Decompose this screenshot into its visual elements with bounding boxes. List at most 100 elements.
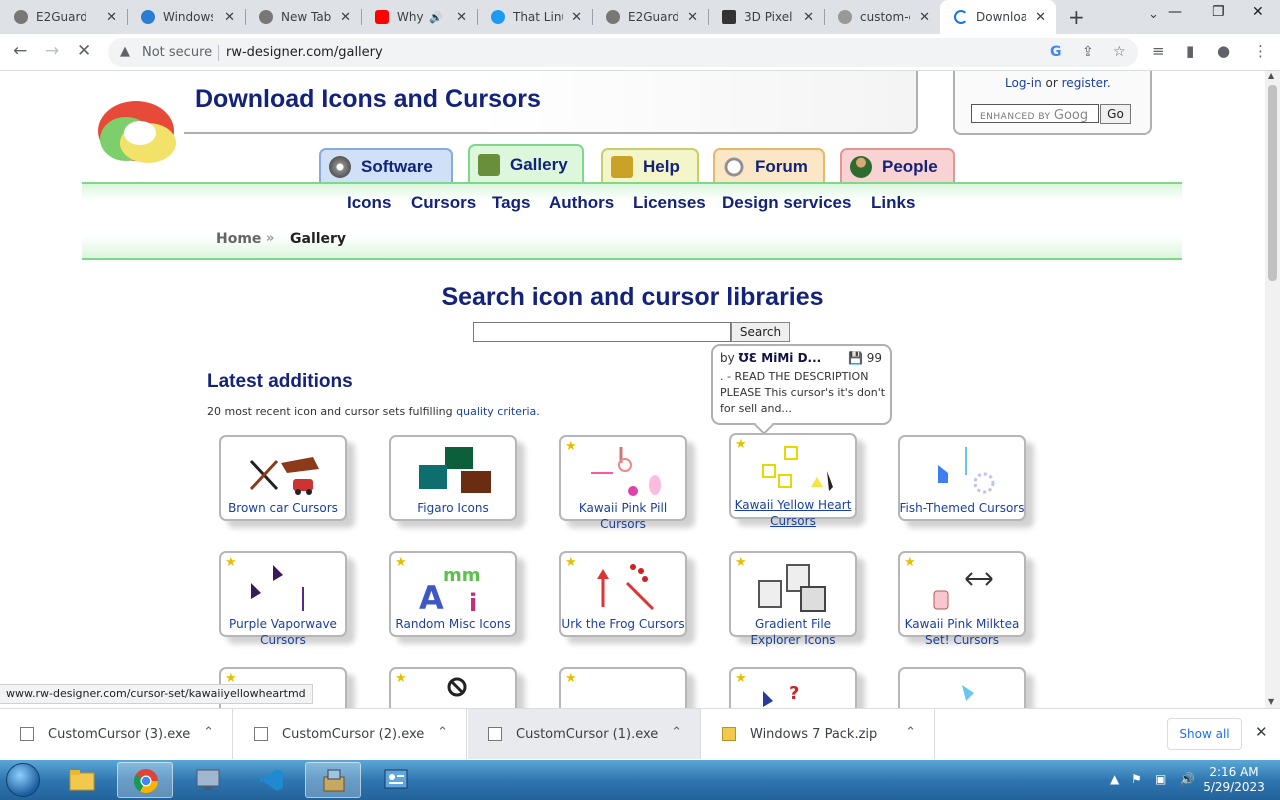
stop-loading-icon[interactable]: ✕ xyxy=(77,41,91,61)
nav-authors[interactable]: Authors xyxy=(549,193,614,213)
warning-icon[interactable]: ▲ xyxy=(120,44,130,59)
browser-tab[interactable]: custom-c ✕ xyxy=(824,0,940,34)
google-translate-icon[interactable]: G xyxy=(1050,44,1062,60)
nav-cursors[interactable]: Cursors xyxy=(411,193,476,213)
taskbar-explorer[interactable] xyxy=(54,762,110,798)
taskbar-app-monitor[interactable] xyxy=(180,762,236,798)
tab-software[interactable]: Software xyxy=(319,148,453,184)
nav-links[interactable]: Links xyxy=(871,193,915,213)
restore-icon[interactable]: ❐ xyxy=(1212,4,1225,20)
close-window-icon[interactable]: ✕ xyxy=(1252,4,1264,20)
gallery-label-kawaii-pink-pill[interactable]: Kawaii Pink Pill Cursors xyxy=(559,500,687,532)
rw-designer-logo[interactable] xyxy=(96,87,180,167)
gallery-label-urk-frog[interactable]: Urk the Frog Cursors xyxy=(559,616,687,632)
chevron-up-icon[interactable]: ⌃ xyxy=(905,725,916,740)
taskbar-vscode[interactable] xyxy=(243,762,299,798)
go-button[interactable]: Go xyxy=(1100,104,1131,124)
download-item[interactable]: Windows 7 Pack.zip ⌃ xyxy=(702,709,935,759)
gallery-label-brown-car[interactable]: Brown car Cursors xyxy=(219,500,347,516)
gallery-label-gradient-file-explorer[interactable]: Gradient File Explorer Icons xyxy=(729,616,857,648)
action-center-flag-icon[interactable]: ⚑ xyxy=(1131,772,1142,786)
chevron-up-icon[interactable]: ⌃ xyxy=(203,725,214,740)
taskbar-control-panel[interactable] xyxy=(368,762,424,798)
back-arrow-icon[interactable]: ← xyxy=(13,41,27,61)
gallery-label-purple-vaporwave[interactable]: Purple Vaporwave Cursors xyxy=(219,616,347,648)
browser-tab[interactable]: E2Guardi ✕ xyxy=(592,0,708,34)
tooltip-author[interactable]: ƱƐ MiMi D... xyxy=(739,351,822,365)
gallery-label-kawaii-yellow-heart[interactable]: Kawaii Yellow Heart Cursors xyxy=(729,497,857,529)
scroll-down-arrow-icon[interactable]: ▼ xyxy=(1268,697,1274,706)
page-scrollbar[interactable]: ▲ ▼ xyxy=(1265,71,1280,708)
browser-tab[interactable]: 3D Pixel ✕ xyxy=(708,0,824,34)
url-text[interactable]: rw-designer.com/gallery xyxy=(226,45,383,60)
browser-tab-active[interactable]: Downloa ✕ xyxy=(940,0,1056,34)
download-item[interactable]: CustomCursor (3).exe ⌃ xyxy=(0,709,233,759)
library-search-button[interactable]: Search xyxy=(731,322,790,342)
browser-tab[interactable]: That Linu ✕ xyxy=(477,0,592,34)
login-link[interactable]: Log-in xyxy=(1005,76,1042,90)
close-downloads-icon[interactable]: ✕ xyxy=(1255,723,1268,741)
close-tab-icon[interactable]: ✕ xyxy=(224,10,235,25)
minimize-icon[interactable]: — xyxy=(1168,4,1182,20)
gallery-card-row3-3[interactable]: ★ xyxy=(559,667,687,708)
nav-design-services[interactable]: Design services xyxy=(722,193,851,213)
tab-people[interactable]: People xyxy=(840,148,955,184)
show-all-downloads-button[interactable]: Show all xyxy=(1167,718,1242,750)
profile-avatar-icon[interactable]: ● xyxy=(1217,42,1230,60)
reading-list-icon[interactable]: ≡ xyxy=(1152,42,1165,60)
close-tab-icon[interactable]: ✕ xyxy=(340,10,351,25)
close-tab-icon[interactable]: ✕ xyxy=(571,10,582,25)
close-tab-icon[interactable]: ✕ xyxy=(919,10,930,25)
gallery-label-random-misc[interactable]: Random Misc Icons xyxy=(389,616,517,632)
gallery-card-row3-5[interactable] xyxy=(898,667,1026,708)
library-search-input[interactable] xyxy=(473,322,731,342)
share-icon[interactable]: ⇪ xyxy=(1082,44,1094,60)
tab-help[interactable]: Help xyxy=(601,148,699,184)
browser-tab[interactable]: New Tab ✕ xyxy=(245,0,361,34)
close-tab-icon[interactable]: ✕ xyxy=(803,10,814,25)
taskbar-installer[interactable] xyxy=(305,762,361,798)
gallery-card-row3-2[interactable]: ★ xyxy=(389,667,517,708)
close-tab-icon[interactable]: ✕ xyxy=(687,10,698,25)
browser-tab[interactable]: E2Guardi ✕ xyxy=(0,0,127,34)
tab-gallery[interactable]: Gallery xyxy=(468,144,584,184)
quality-criteria-link[interactable]: quality criteria xyxy=(456,405,536,418)
start-button-icon[interactable] xyxy=(6,763,40,797)
google-search-input[interactable]: ENHANCED BY Goog xyxy=(971,104,1099,123)
breadcrumb-home[interactable]: Home xyxy=(216,231,261,247)
browser-tab[interactable]: Why 🔊 ✕ xyxy=(361,0,477,34)
gallery-label-kawaii-pink-milktea[interactable]: Kawaii Pink Milktea Set! Cursors xyxy=(898,616,1026,648)
close-tab-icon[interactable]: ✕ xyxy=(1035,10,1046,25)
side-panel-icon[interactable]: ▮ xyxy=(1186,42,1194,60)
address-bar[interactable]: ▲ Not secure rw-designer.com/gallery G ⇪… xyxy=(108,38,1138,67)
register-link[interactable]: register. xyxy=(1062,76,1111,90)
download-item[interactable]: CustomCursor (1).exe ⌃ xyxy=(468,709,701,759)
nav-tags[interactable]: Tags xyxy=(492,193,530,213)
new-tab-icon[interactable]: + xyxy=(1068,5,1085,29)
not-secure-label[interactable]: Not secure xyxy=(142,45,212,60)
gallery-card-row3-4[interactable]: ★ ? xyxy=(729,667,857,708)
close-tab-icon[interactable]: ✕ xyxy=(106,10,117,25)
gallery-label-fish-themed[interactable]: Fish-Themed Cursors xyxy=(898,500,1026,516)
scrollbar-thumb[interactable] xyxy=(1268,85,1277,281)
scroll-up-arrow-icon[interactable]: ▲ xyxy=(1268,71,1274,80)
chevron-up-icon[interactable]: ⌃ xyxy=(671,725,682,740)
chevron-up-icon[interactable]: ⌃ xyxy=(437,725,448,740)
bookmark-star-icon[interactable]: ☆ xyxy=(1113,44,1126,60)
tab-forum[interactable]: Forum xyxy=(713,148,825,184)
nav-licenses[interactable]: Licenses xyxy=(633,193,706,213)
speaker-icon[interactable]: 🔊 xyxy=(429,11,443,24)
forward-arrow-icon[interactable]: → xyxy=(45,41,59,61)
taskbar-clock[interactable]: 2:16 AM 5/29/2023 xyxy=(1203,765,1265,795)
network-icon[interactable]: ▣ xyxy=(1155,772,1166,786)
volume-icon[interactable]: 🔊 xyxy=(1180,772,1195,786)
show-hidden-icons-icon[interactable]: ▲ xyxy=(1110,772,1119,786)
menu-kebab-icon[interactable]: ⋮ xyxy=(1253,42,1268,60)
browser-tab[interactable]: Windows ✕ xyxy=(127,0,245,34)
tab-search-chevron-icon[interactable]: ⌄ xyxy=(1148,7,1159,22)
download-item[interactable]: CustomCursor (2).exe ⌃ xyxy=(234,709,467,759)
gallery-label-figaro[interactable]: Figaro Icons xyxy=(389,500,517,516)
close-tab-icon[interactable]: ✕ xyxy=(456,10,467,25)
nav-icons[interactable]: Icons xyxy=(347,193,391,213)
taskbar-chrome[interactable] xyxy=(117,762,173,798)
